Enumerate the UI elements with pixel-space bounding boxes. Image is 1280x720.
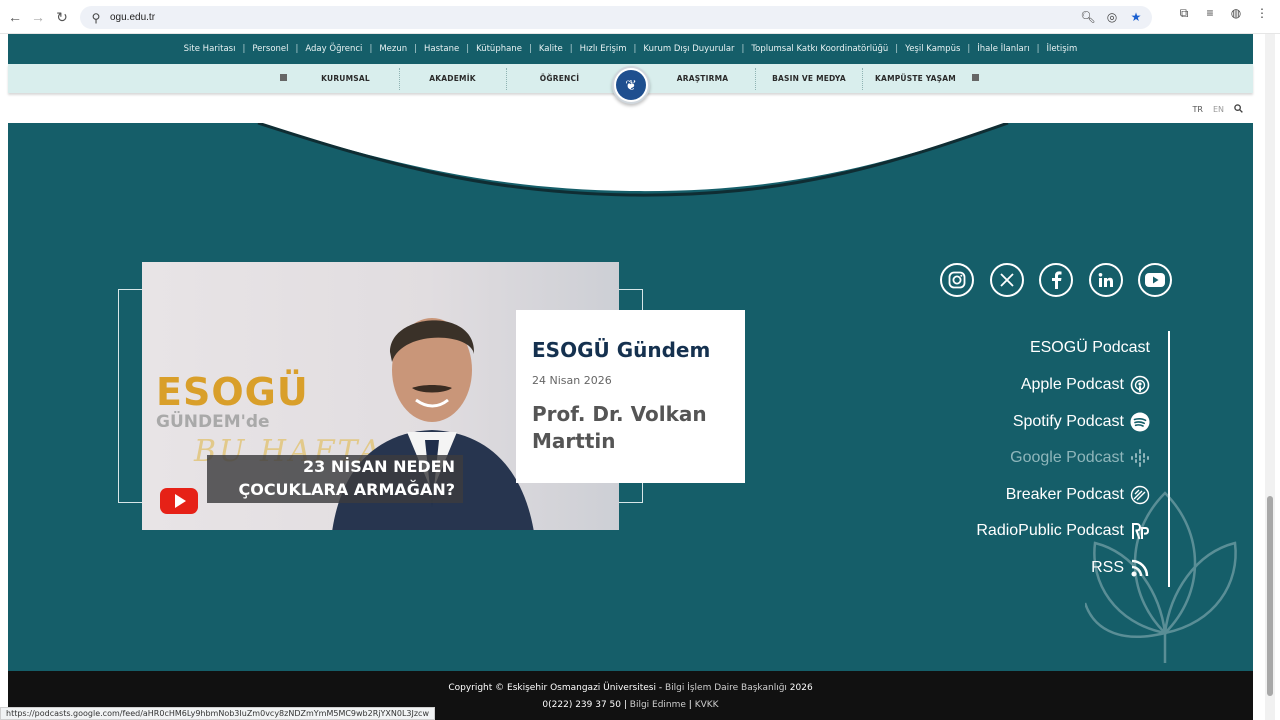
card-title: ESOGÜ Gündem [532, 338, 711, 362]
podcast-label: Apple Podcast [1020, 376, 1124, 393]
reload-icon[interactable]: ↻ [50, 5, 74, 29]
linkedin-icon[interactable] [1089, 263, 1123, 297]
youtube-play-icon[interactable] [160, 488, 198, 514]
search-icon[interactable] [1234, 104, 1243, 115]
nav-arastirma[interactable]: ARAŞTIRMA [650, 64, 755, 93]
bookmark-star-icon[interactable]: ★ [1128, 9, 1144, 25]
leaf-icon: ❦ [616, 70, 646, 100]
footer-copyright: Copyright © Eskişehir Osmangazi Üniversi… [8, 683, 1253, 693]
topbar-link-prospective[interactable]: Aday Öğrenci [305, 44, 362, 54]
separator: | [967, 44, 971, 54]
x-icon[interactable] [990, 263, 1024, 297]
forward-icon[interactable]: → [26, 5, 50, 29]
facebook-icon[interactable] [1039, 263, 1073, 297]
media-icon[interactable]: ≡ [1202, 5, 1218, 21]
separator: | [633, 44, 637, 54]
profile-icon[interactable]: ◍ [1228, 5, 1244, 21]
podcast-spotify[interactable]: Spotify Podcast [1013, 410, 1150, 434]
wave-divider [8, 123, 1009, 197]
address-bar[interactable]: ⚲ ogu.edu.tr 🔍︎ ◎ ★ [80, 6, 1152, 29]
podcast-google[interactable]: Google Podcast [1010, 446, 1150, 470]
site-info-icon[interactable]: ⚲ [88, 10, 104, 26]
youtube-icon[interactable] [1138, 263, 1172, 297]
card-date: 24 Nisan 2026 [532, 374, 612, 387]
zoom-icon[interactable]: 🔍︎ [1080, 9, 1096, 25]
status-bar-url: https://podcasts.google.com/feed/aHR0cHM… [0, 707, 435, 720]
separator: | [895, 44, 899, 54]
separator: | [741, 44, 745, 54]
footer-sep: | [621, 700, 630, 710]
video-brand: ESOGÜ [156, 370, 309, 414]
copyright-year: 2026 [786, 683, 813, 693]
page: Site Haritası | Personel | Aday Öğrenci | M… [8, 34, 1253, 720]
separator: | [466, 44, 470, 54]
topbar-link-contact[interactable]: İletişim [1046, 44, 1077, 54]
spotify-icon [1130, 412, 1150, 432]
separator: | [295, 44, 299, 54]
nav-kampuste-yasam[interactable]: KAMPÜSTE YAŞAM [863, 64, 968, 93]
extensions-icon[interactable]: ⧉ [1176, 5, 1192, 21]
google-podcast-icon [1130, 448, 1150, 468]
topbar-link-library[interactable]: Kütüphane [476, 44, 522, 54]
browser-toolbar: ← → ↻ ⚲ ogu.edu.tr 🔍︎ ◎ ★ ⧉ ≡ ◍ ⋮ [0, 0, 1280, 34]
separator: | [1036, 44, 1040, 54]
video-title-banner: 23 NİSAN NEDEN ÇOCUKLARA ARMAĞAN? [207, 455, 463, 503]
eye-off-icon[interactable]: ◎ [1104, 9, 1120, 25]
page-scrollbar[interactable] [1265, 34, 1275, 720]
kvkk-link[interactable]: KVKK [695, 700, 719, 710]
phone-number: 0(222) 239 37 50 [542, 700, 621, 710]
topbar-link-external-announcements[interactable]: Kurum Dışı Duyurular [643, 44, 734, 54]
video-banner-line1: 23 NİSAN NEDEN [303, 457, 455, 476]
nav-basin-ve-medya[interactable]: BASIN VE MEDYA [756, 64, 862, 93]
podcast-apple[interactable]: Apple Podcast [1021, 373, 1150, 397]
lotus-watermark-icon [1085, 491, 1237, 663]
podcast-esogu[interactable]: ESOGÜ Podcast [1030, 336, 1150, 360]
nav-akademik[interactable]: AKADEMİK [400, 64, 505, 93]
podcast-label: ESOGÜ Podcast [1029, 339, 1150, 356]
nav-square-right-icon [972, 74, 979, 81]
media-section: ESOGÜ GÜNDEM'de BU HAFTA 23 NİSAN NEDEN … [8, 123, 1253, 671]
topbar-link-quick-access[interactable]: Hızlı Erişim [580, 44, 627, 54]
info-request-link[interactable]: Bilgi Edinme [630, 700, 686, 710]
url-text: ogu.edu.tr [110, 12, 156, 23]
separator: | [528, 44, 532, 54]
topbar-link-green-campus[interactable]: Yeşil Kampüs [905, 44, 960, 54]
topbar-link-site-map[interactable]: Site Haritası [184, 44, 236, 54]
department-link[interactable]: Bilgi İşlem Daire Başkanlığı [665, 683, 787, 693]
topbar-link-quality[interactable]: Kalite [539, 44, 563, 54]
scrollbar-thumb[interactable] [1267, 496, 1273, 696]
language-bar: TR EN [1193, 104, 1244, 115]
separator: | [369, 44, 373, 54]
nav-kurumsal[interactable]: KURUMSAL [293, 64, 398, 93]
topbar-link-social-contribution[interactable]: Toplumsal Katkı Koordinatörlüğü [751, 44, 888, 54]
copyright-text: Copyright © Eskişehir Osmangazi Üniversi… [448, 683, 665, 693]
podcast-label: Spotify Podcast [1012, 413, 1124, 430]
topbar-link-alumni[interactable]: Mezun [379, 44, 407, 54]
university-logo[interactable]: ❦ [612, 66, 650, 104]
topbar-link-hospital[interactable]: Hastane [424, 44, 459, 54]
topbar-link-tenders[interactable]: İhale İlanları [977, 44, 1029, 54]
nav-ogrenci[interactable]: ÖĞRENCİ [507, 64, 612, 93]
podcast-label: Google Podcast [1010, 449, 1124, 466]
topbar-link-staff[interactable]: Personel [252, 44, 288, 54]
top-links-bar: Site Haritası | Personel | Aday Öğrenci | M… [8, 34, 1253, 64]
separator: | [569, 44, 573, 54]
back-icon[interactable]: ← [3, 5, 27, 29]
menu-icon[interactable]: ⋮ [1254, 5, 1270, 21]
card-person-name: Prof. Dr. Volkan Marttin [532, 402, 707, 453]
news-card[interactable]: ESOGÜ Gündem 24 Nisan 2026 Prof. Dr. Vol… [516, 310, 745, 483]
nav-square-left-icon [280, 74, 287, 81]
footer-sep: | [685, 700, 695, 710]
separator: | [414, 44, 417, 54]
instagram-icon[interactable] [940, 263, 974, 297]
lang-en[interactable]: EN [1213, 105, 1224, 114]
apple-podcast-icon [1130, 375, 1150, 395]
video-subtitle: GÜNDEM'de [156, 412, 270, 432]
lang-tr[interactable]: TR [1193, 105, 1203, 114]
separator: | [242, 44, 246, 54]
video-banner-line2: ÇOCUKLARA ARMAĞAN? [238, 480, 455, 499]
